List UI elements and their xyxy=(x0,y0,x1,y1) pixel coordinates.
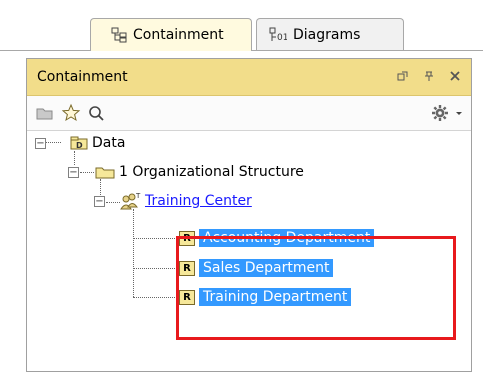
training-center-link[interactable]: Training Center xyxy=(145,193,252,209)
close-icon[interactable] xyxy=(449,70,461,85)
dropdown-arrow-icon[interactable] xyxy=(455,109,463,117)
collapse-toggle[interactable]: − xyxy=(68,166,79,178)
pin-icon[interactable] xyxy=(423,70,435,85)
organization-icon: T xyxy=(119,191,141,211)
package-icon: D xyxy=(70,136,88,150)
tab-diagrams[interactable]: 01 Diagrams xyxy=(256,18,404,50)
diagrams-icon: 01 xyxy=(269,27,287,43)
tree-connector xyxy=(133,297,177,298)
folder-icon xyxy=(95,165,115,179)
tree-node-label: 1 Organizational Structure xyxy=(119,164,304,180)
open-folder-icon[interactable] xyxy=(35,104,55,122)
restore-icon[interactable] xyxy=(397,70,409,85)
svg-text:D: D xyxy=(76,141,83,150)
containment-tree-icon xyxy=(111,27,127,43)
selection-highlight-box xyxy=(176,236,456,340)
search-icon[interactable] xyxy=(87,104,105,122)
tree-node-training-center[interactable]: − T Training Center xyxy=(94,189,252,213)
tab-label: Diagrams xyxy=(293,26,361,43)
collapse-toggle[interactable]: − xyxy=(94,195,105,207)
svg-text:T: T xyxy=(135,192,141,200)
panel-title: Containment xyxy=(37,69,128,85)
svg-text:01: 01 xyxy=(277,33,287,43)
tree-node-package[interactable]: − 1 Organizational Structure xyxy=(68,160,304,184)
tree-connector xyxy=(133,209,134,297)
settings-gear-icon[interactable] xyxy=(431,104,449,122)
tree-node-data[interactable]: − D Data xyxy=(35,131,125,155)
panel-title-bar: Containment xyxy=(27,59,471,96)
favorite-star-icon[interactable] xyxy=(61,103,81,123)
collapse-toggle[interactable]: − xyxy=(35,137,46,149)
tree-connector xyxy=(133,238,177,239)
tree-node-label: Data xyxy=(92,135,126,151)
tree-connector xyxy=(133,268,177,269)
tab-containment[interactable]: Containment xyxy=(90,18,252,51)
tab-bar: Containment 01 Diagrams xyxy=(0,0,483,58)
tab-label: Containment xyxy=(133,27,224,43)
panel-toolbar xyxy=(27,96,471,131)
